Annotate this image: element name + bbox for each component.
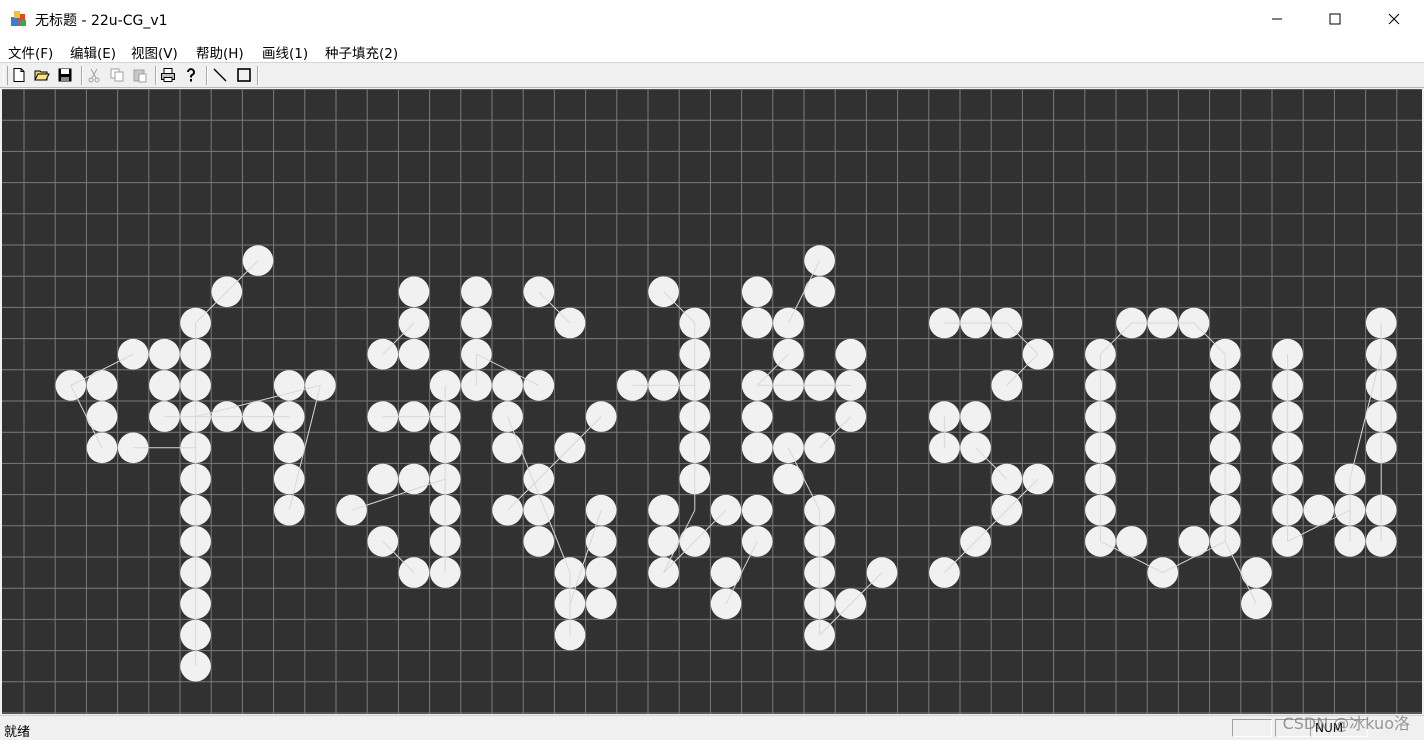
status-message: 就绪 [4,725,31,740]
pixel-dot [835,338,867,370]
minimize-button[interactable] [1247,0,1306,38]
grid-lines [2,89,1422,714]
pixel-dot [648,494,679,526]
toolbar-separator [257,66,259,85]
window-title: 无标题 - 22u-CG_v1 [35,13,168,29]
open-folder-icon[interactable] [34,67,50,83]
print-icon[interactable] [160,67,176,83]
pixel-dot [461,307,492,339]
pixel-dot [149,370,180,401]
menu-seed-fill[interactable]: 种子填充(2) [325,42,398,62]
pixel-dot [960,401,991,432]
pixel-dot [1147,557,1179,588]
toolbar-separator [155,66,157,85]
menu-file[interactable]: 文件(F) [8,42,53,62]
app-icon [11,11,26,26]
save-icon[interactable] [57,67,73,83]
pixel-dot [741,276,773,308]
pixel-grid[interactable] [2,89,1422,714]
menu-draw-line[interactable]: 画线(1) [262,42,308,62]
pixel-dot [741,432,773,464]
pixel-dot [492,432,523,464]
new-file-icon[interactable] [11,67,27,83]
pixel-dot [398,338,430,370]
toolbar-separator [206,66,208,85]
line-segment [195,260,259,324]
minimize-icon [1271,18,1282,20]
pixel-dot [523,370,555,401]
menu-edit[interactable]: 编辑(E) [70,42,116,62]
toolbar-separator [81,66,83,85]
pixel-dot [149,338,180,370]
rectangle-tool-icon[interactable] [236,67,252,83]
pixel-dot [398,276,430,308]
help-icon[interactable] [183,67,199,83]
toolbar [0,62,1424,88]
pixel-dot [273,432,305,464]
pixel-dot [585,588,617,620]
menu-help[interactable]: 帮助(H) [196,42,244,62]
maximize-icon [1329,13,1340,25]
status-bar: 就绪 NUM CSDN @冰kuo洛 [0,714,1424,740]
pixel-dot [741,494,773,526]
drawing-canvas[interactable] [2,89,1422,714]
pixel-dot [523,526,555,557]
menu-view[interactable]: 视图(V) [131,42,178,62]
pixel-dot [367,463,399,495]
paste-icon [133,69,147,83]
menu-bar: 文件(F) 编辑(E) 视图(V) 帮助(H) 画线(1) 种子填充(2) [0,38,1424,62]
pixel-dot [461,276,492,308]
status-panel [1232,719,1272,737]
close-button[interactable] [1364,0,1423,38]
line-tool-icon[interactable] [212,67,228,83]
pixel-dot [741,401,773,432]
maximize-button[interactable] [1305,0,1364,38]
copy-icon [110,68,124,82]
pixel-dot [585,557,617,588]
title-bar[interactable]: 无标题 - 22u-CG_v1 [0,0,1424,38]
cut-icon [88,68,100,83]
close-icon [1388,13,1399,25]
toolbar-grip[interactable] [3,66,8,85]
watermark: CSDN @冰kuo洛 [1282,714,1410,733]
pixel-dot [741,307,773,339]
